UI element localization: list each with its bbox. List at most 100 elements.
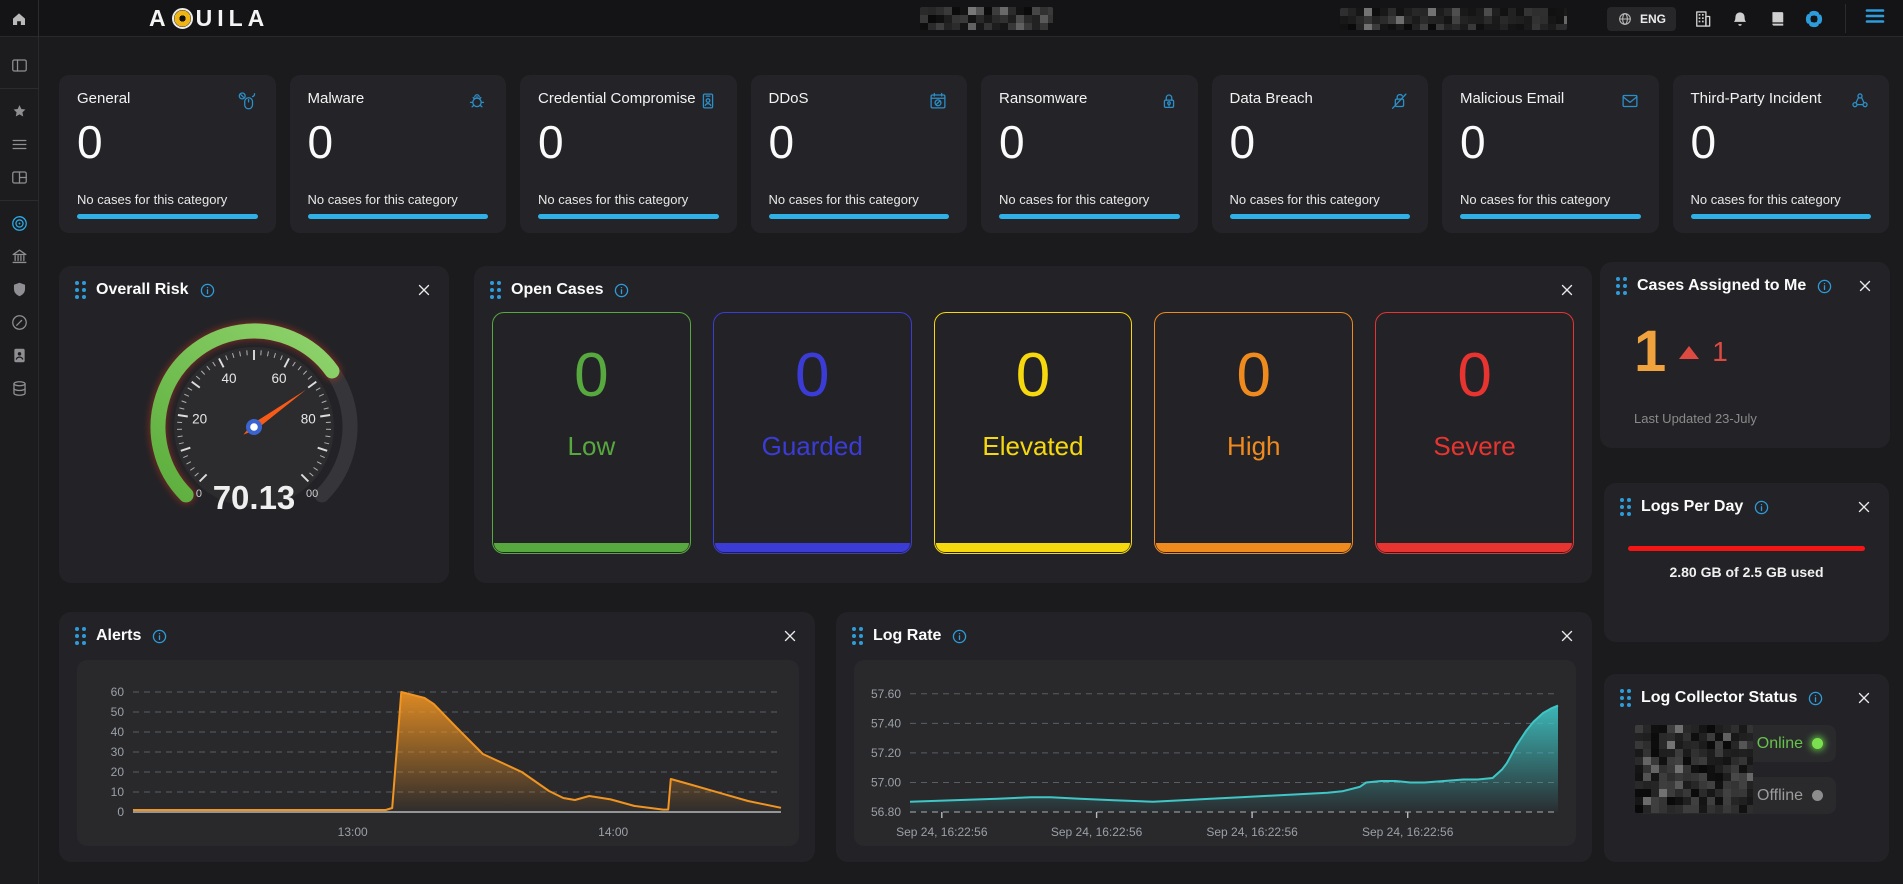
- drag-handle-icon[interactable]: [1616, 277, 1627, 295]
- card-title: General: [77, 90, 130, 107]
- globe-icon: [1617, 11, 1633, 27]
- svg-text:Sep 24, 16:22:56: Sep 24, 16:22:56: [1051, 825, 1143, 839]
- open-cases-box-high[interactable]: 0High: [1154, 312, 1353, 554]
- info-icon[interactable]: [951, 628, 968, 645]
- open-cases-widget: Open Cases 0Low0Guarded0Elevated0High0Se…: [474, 266, 1592, 583]
- collector-status-text: Offline: [1757, 787, 1803, 805]
- svg-text:57.20: 57.20: [871, 746, 901, 760]
- sidebar-item-identity[interactable]: [0, 339, 39, 372]
- widget-title: Overall Risk: [96, 281, 189, 299]
- sidebar-item-database[interactable]: [0, 372, 39, 405]
- close-button[interactable]: [1558, 281, 1576, 299]
- open-cases-bottom-bar: [1156, 543, 1351, 552]
- category-card-third-party-incident[interactable]: Third-Party Incident0No cases for this c…: [1673, 75, 1890, 233]
- navbar-actions: ENG: [1607, 0, 1887, 37]
- language-selector[interactable]: ENG: [1607, 7, 1676, 31]
- list-icon: [10, 135, 29, 154]
- sidebar-divider: [0, 200, 39, 201]
- support-lifebuoy-icon[interactable]: [1804, 9, 1824, 29]
- sidebar-divider: [0, 88, 39, 89]
- open-cases-box-guarded[interactable]: 0Guarded: [713, 312, 912, 554]
- card-title: Malicious Email: [1460, 90, 1564, 107]
- info-icon[interactable]: [1816, 278, 1833, 295]
- sidebar-item-menu-list[interactable]: [0, 128, 39, 161]
- info-icon[interactable]: [613, 282, 630, 299]
- collector-status-dot-icon: [1812, 738, 1823, 749]
- category-card-general[interactable]: General0No cases for this category: [59, 75, 276, 233]
- open-cases-box-low[interactable]: 0Low: [492, 312, 691, 554]
- card-note: No cases for this category: [769, 192, 950, 207]
- notifications-bell-icon[interactable]: [1730, 9, 1750, 29]
- info-icon[interactable]: [1753, 499, 1770, 516]
- card-title: DDoS: [769, 90, 809, 107]
- nav-home-button[interactable]: [0, 0, 39, 37]
- close-button[interactable]: [1558, 627, 1576, 645]
- drag-handle-icon[interactable]: [1620, 689, 1631, 707]
- widget-title: Log Rate: [873, 627, 941, 645]
- log-rate-widget: Log Rate 56.8057.0057.2057.4057.60Sep 24…: [836, 612, 1592, 862]
- close-button[interactable]: [781, 627, 799, 645]
- svg-text:56.80: 56.80: [871, 805, 901, 819]
- open-cases-count: 0: [574, 345, 608, 407]
- info-icon[interactable]: [1807, 690, 1824, 707]
- sidebar-item-favorites[interactable]: [0, 95, 39, 128]
- brand-prefix: A: [149, 5, 171, 32]
- apps-building-icon[interactable]: [1693, 9, 1713, 29]
- drag-handle-icon[interactable]: [852, 627, 863, 645]
- drag-handle-icon[interactable]: [75, 627, 86, 645]
- database-icon: [10, 379, 29, 398]
- card-title: Third-Party Incident: [1691, 90, 1822, 107]
- info-icon[interactable]: [151, 628, 168, 645]
- sidebar-item-security-shield[interactable]: [0, 273, 39, 306]
- cases-assigned-content: 1 1: [1600, 305, 1890, 381]
- close-button[interactable]: [1856, 277, 1874, 295]
- drag-handle-icon[interactable]: [75, 281, 86, 299]
- card-accent-bar: [1460, 214, 1641, 219]
- sidebar-item-panel-view[interactable]: [0, 49, 39, 82]
- open-cases-box-elevated[interactable]: 0Elevated: [934, 312, 1133, 554]
- open-cases-box-severe[interactable]: 0Severe: [1375, 312, 1574, 554]
- category-card-ddos[interactable]: DDoS0No cases for this category: [751, 75, 968, 233]
- card-accent-bar: [1691, 214, 1872, 219]
- svg-text:Sep 24, 16:22:56: Sep 24, 16:22:56: [1206, 825, 1298, 839]
- sidebar-item-table-view[interactable]: [0, 161, 39, 194]
- hamburger-menu-icon[interactable]: [1863, 4, 1887, 28]
- card-count: 0: [999, 119, 1180, 165]
- sidebar-item-threat-radar[interactable]: [0, 207, 39, 240]
- cases-assigned-delta: 1: [1712, 336, 1728, 368]
- svg-text:50: 50: [111, 705, 125, 719]
- svg-text:70.13: 70.13: [213, 479, 296, 516]
- svg-text:57.00: 57.00: [871, 776, 901, 790]
- close-button[interactable]: [1855, 498, 1873, 516]
- info-icon[interactable]: [199, 282, 216, 299]
- sidebar-item-monitoring[interactable]: [0, 306, 39, 339]
- menu-wrap: [1845, 4, 1887, 33]
- category-card-credential-compromise[interactable]: Credential Compromise0No cases for this …: [520, 75, 737, 233]
- svg-text:57.40: 57.40: [871, 716, 901, 730]
- category-card-malware[interactable]: Malware0No cases for this category: [290, 75, 507, 233]
- svg-text:00: 00: [306, 488, 318, 500]
- card-top: DDoS: [769, 90, 950, 112]
- category-card-malicious-email[interactable]: Malicious Email0No cases for this catego…: [1442, 75, 1659, 233]
- docs-book-icon[interactable]: [1767, 9, 1787, 29]
- general-icon: [236, 90, 258, 112]
- open-cases-boxes: 0Low0Guarded0Elevated0High0Severe: [474, 312, 1592, 554]
- close-button[interactable]: [1855, 689, 1873, 707]
- tablelayout-icon: [10, 168, 29, 187]
- drag-handle-icon[interactable]: [1620, 498, 1631, 516]
- close-button[interactable]: [415, 281, 433, 299]
- open-cases-label: Severe: [1433, 431, 1515, 462]
- drag-handle-icon[interactable]: [490, 281, 501, 299]
- card-note: No cases for this category: [999, 192, 1180, 207]
- category-card-ransomware[interactable]: Ransomware0No cases for this category: [981, 75, 1198, 233]
- card-top: General: [77, 90, 258, 112]
- panel-icon: [10, 56, 29, 75]
- open-cases-label: Elevated: [982, 431, 1083, 462]
- card-accent-bar: [1230, 214, 1411, 219]
- card-title: Credential Compromise: [538, 90, 696, 107]
- language-label: ENG: [1640, 12, 1666, 26]
- sidebar-item-institution[interactable]: [0, 240, 39, 273]
- cases-assigned-value: 1: [1634, 323, 1666, 381]
- svg-text:80: 80: [301, 411, 316, 426]
- category-card-data-breach[interactable]: Data Breach0No cases for this category: [1212, 75, 1429, 233]
